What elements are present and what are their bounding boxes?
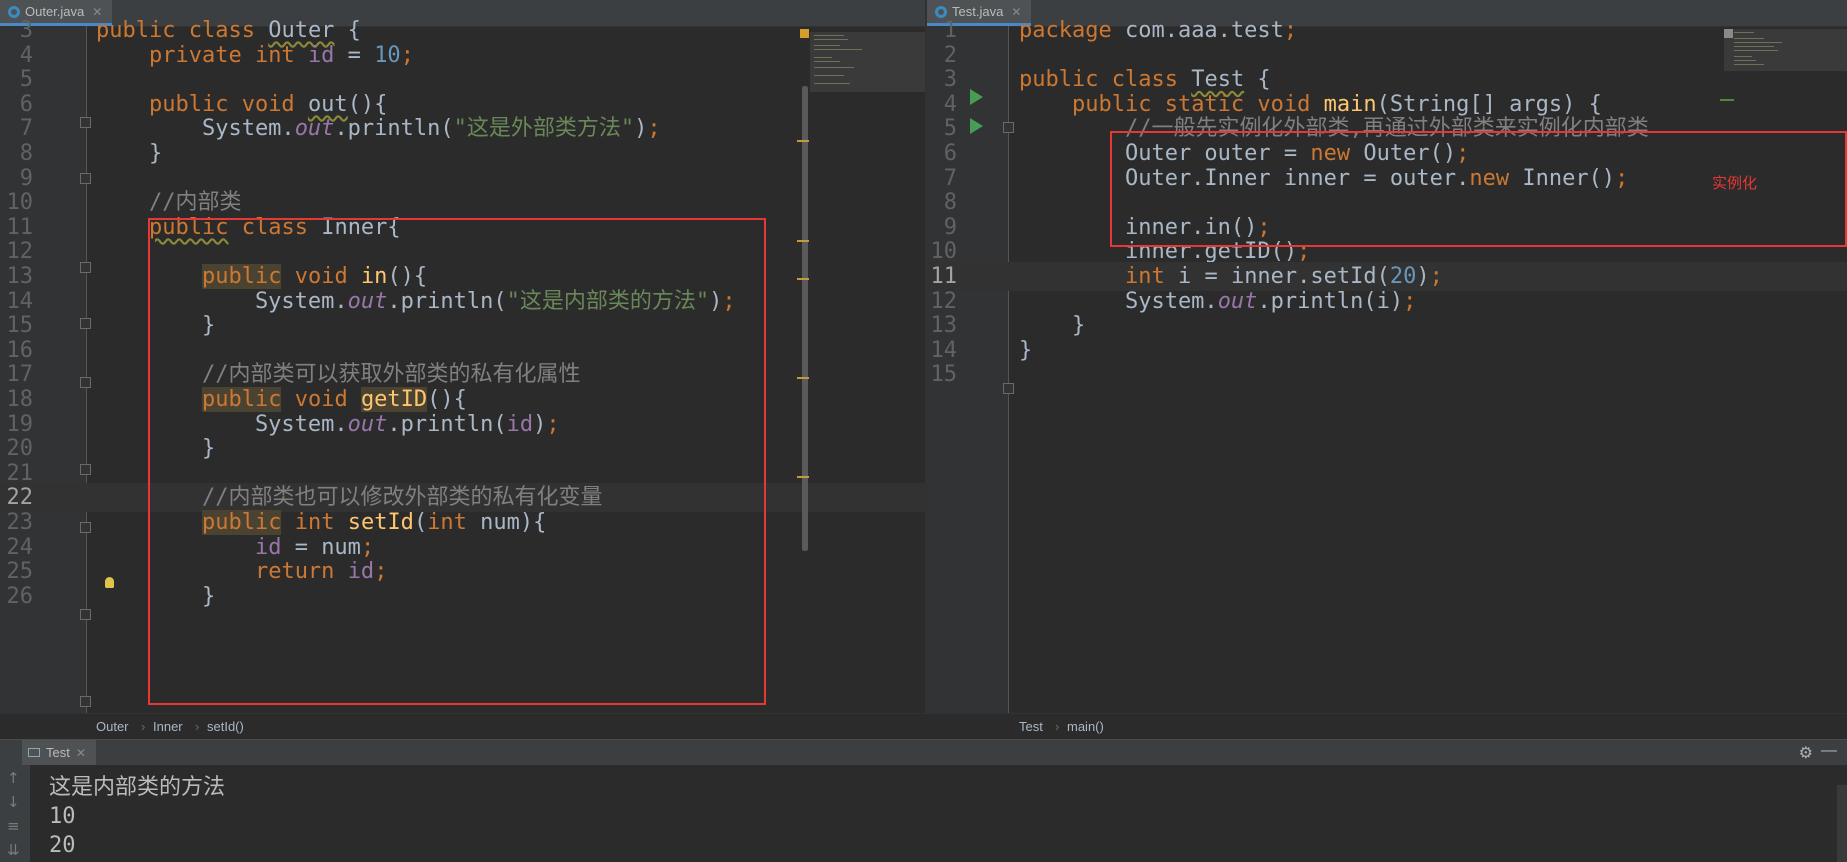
fold-marker-icon[interactable] [80,318,91,329]
breadcrumb-item-outer[interactable]: Outer [96,719,129,734]
fold-marker-icon[interactable] [1003,122,1014,133]
soft-wrap-icon[interactable]: ≡ [7,817,20,835]
lightbulb-icon[interactable] [105,577,114,588]
breadcrumb-item-test[interactable]: Test [1019,719,1043,734]
breadcrumb-item-main[interactable]: main() [1067,719,1104,734]
console-output[interactable]: 这是内部类的方法 10 20 [30,765,1847,862]
arrow-up-icon[interactable]: ↑ [7,769,20,787]
fold-marker-icon[interactable] [80,377,91,388]
run-toolbar: ↑ ↓ ≡ ⇊ [0,765,30,862]
run-class-icon[interactable] [970,89,983,105]
right-minimap[interactable] [1724,29,1847,71]
run-tab-test[interactable]: Test ✕ [22,740,96,765]
minimize-icon[interactable]: — [1821,742,1837,760]
scroll-to-end-icon[interactable]: ⇊ [7,841,20,859]
run-main-icon[interactable] [970,118,983,134]
console-scrollbar[interactable] [1837,785,1847,862]
console-line: 这是内部类的方法 [49,775,226,800]
code-line[interactable]: 15 [927,360,1847,389]
fold-marker-icon[interactable] [80,173,91,184]
breadcrumb-item-inner[interactable]: Inner [153,719,183,734]
fold-marker-icon[interactable] [80,609,91,620]
left-minimap[interactable] [810,32,925,92]
breadcrumb-item-setid[interactable]: setId() [207,719,244,734]
line-number: 15 [930,362,958,388]
arrow-down-icon[interactable]: ↓ [7,793,20,811]
fold-marker-icon[interactable] [80,464,91,475]
warning-indicator-icon[interactable] [800,29,809,38]
fold-marker-icon[interactable] [80,696,91,707]
fold-marker-icon[interactable] [80,522,91,533]
left-editor-pane[interactable]: Outer.java ✕ 3 public class Outer {4 priv… [0,0,925,713]
run-config-icon [28,748,40,757]
fold-marker-icon[interactable] [80,117,91,128]
line-number: 26 [6,583,34,609]
left-scrollbar-thumb[interactable] [802,86,808,551]
gear-icon[interactable]: ⚙ [1799,743,1813,763]
fold-marker-icon[interactable] [1003,383,1014,394]
right-editor-pane[interactable]: Test.java ✕ 1 package com.aaa.test; 2 3 publ… [927,0,1847,713]
console-line: 20 [49,833,76,858]
analysis-indicator-icon[interactable] [1724,29,1733,38]
run-panel-header: Test ✕ ⚙ — [0,739,1847,765]
close-icon[interactable]: ✕ [76,746,86,760]
breadcrumb: Outer › Inner › setId() Test › main() [0,713,1847,740]
code-line[interactable]: 26 } [0,582,925,611]
fold-marker-icon[interactable] [80,262,91,273]
instantiation-annotation: 实例化 [1712,175,1758,192]
console-line: 10 [49,804,76,829]
run-tab-label: Test [46,745,70,760]
